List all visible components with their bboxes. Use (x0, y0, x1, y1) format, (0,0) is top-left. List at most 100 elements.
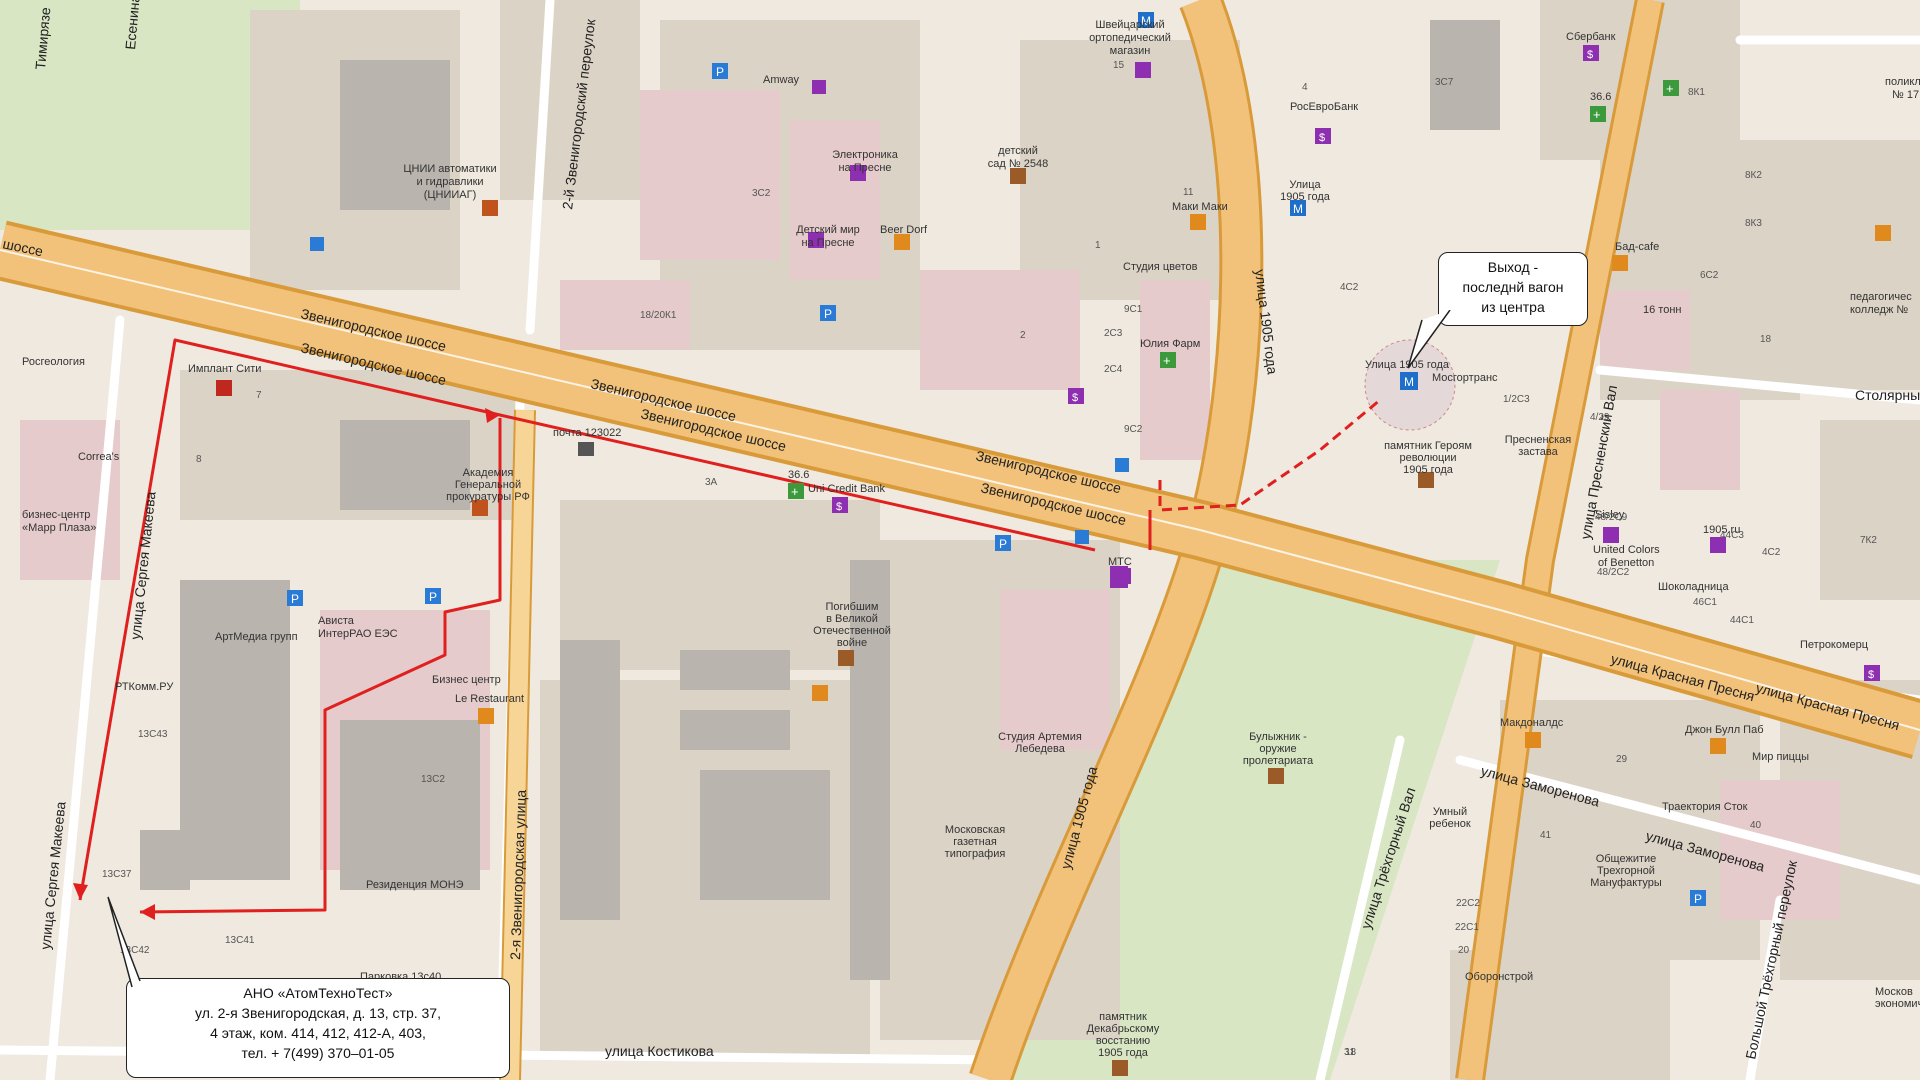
place-label: Оборонстрой (1465, 971, 1533, 983)
place-label: Мануфактуры (1590, 877, 1662, 889)
parking-icon: P (820, 305, 836, 321)
place-label: ИнтерРАО ЕЭС (318, 628, 398, 640)
phone-store-icon (1110, 566, 1128, 588)
place-label: 36.6 (788, 469, 809, 481)
food-icon (1710, 738, 1726, 754)
place-label: Бизнес центр (432, 674, 501, 686)
place-label: Бад-cafe (1615, 241, 1659, 253)
post-icon (578, 442, 594, 456)
house-number: 13С41 (225, 935, 255, 946)
house-number: 48/2С2 (1597, 567, 1630, 578)
house-number: 40 (1750, 820, 1762, 831)
place-label: в Великой (826, 613, 878, 625)
house-number: 48/2С9 (1595, 512, 1628, 523)
monument-icon (1010, 168, 1026, 184)
pharmacy-icon: + (1160, 352, 1176, 368)
shop-icon (1603, 527, 1619, 543)
place-label: памятник Героям (1384, 440, 1472, 452)
house-number: 3А (705, 477, 718, 488)
house-number: 41 (1540, 830, 1552, 841)
bus-stop-icon (310, 237, 324, 251)
svg-text:$: $ (1072, 392, 1078, 404)
food-icon (1875, 225, 1891, 241)
road-label: улица Костикова (605, 1043, 714, 1059)
place-label: (ЦНИИАГ) (424, 189, 477, 201)
svg-text:+: + (791, 484, 799, 499)
house-number: 3С7 (1435, 77, 1454, 88)
parking-icon: P (425, 588, 441, 604)
house-number: 11 (1183, 187, 1194, 198)
place-label: Умный (1433, 806, 1467, 818)
pharmacy-icon: + (1663, 80, 1679, 96)
place-label: Маки Маки (1172, 201, 1228, 213)
parking-icon: P (712, 63, 728, 79)
bus-stop-icon (1115, 458, 1129, 472)
place-label: 36.6 (1590, 91, 1611, 103)
place-label: Булыжник - (1249, 731, 1307, 743)
place-label: Мосгортранс (1432, 372, 1498, 384)
place-label: 1905 года (1280, 191, 1331, 203)
place-label: Юлия Фарм (1140, 338, 1200, 350)
callout-line: из центра (1481, 299, 1545, 315)
bank-icon: $ (832, 497, 848, 513)
place-label: «Марр Плаза» (22, 522, 96, 534)
house-number: 8К3 (1745, 218, 1762, 229)
place-label: 16 тонн (1643, 304, 1681, 316)
food-icon (1190, 214, 1206, 230)
house-number: 1/2С3 (1503, 394, 1530, 405)
place-label: детский (998, 145, 1038, 157)
place-label: РосЕвроБанк (1290, 101, 1358, 113)
svg-text:M: M (1404, 375, 1414, 389)
place-label: бизнес-центр (22, 509, 90, 521)
pharmacy-icon: + (1590, 106, 1606, 122)
house-number: 2 (1020, 330, 1026, 341)
map-canvas[interactable]: шоссе Звенигородское шоссе Звенигородско… (0, 0, 1920, 1080)
place-label: и гидравлики (416, 176, 483, 188)
metro-icon: M (1400, 372, 1418, 390)
bank-icon: $ (1315, 128, 1331, 144)
place-label: поликли (1885, 76, 1920, 88)
place-label: оружие (1259, 743, 1296, 755)
place-label: на Пресне (838, 162, 891, 174)
house-number: 29 (1616, 754, 1628, 765)
road-2-zvenigorodskaya (499, 409, 536, 1080)
svg-text:+: + (1593, 107, 1601, 122)
place-label: Московская (945, 824, 1005, 836)
svg-text:P: P (291, 592, 299, 606)
place-label: ЦНИИ автоматики (403, 163, 496, 175)
place-label: педагогичес (1850, 291, 1912, 303)
place-label: Uni Credit Bank (808, 483, 886, 495)
place-label: колледж № (1850, 304, 1908, 316)
place-label: восстанию (1096, 1035, 1150, 1047)
house-number: 3С2 (752, 188, 771, 199)
house-number: 22С1 (1455, 922, 1479, 933)
house-number: 2С4 (1104, 364, 1123, 375)
museum-icon (216, 380, 232, 396)
house-number: 20 (1458, 945, 1470, 956)
place-label: Джон Булл Паб (1685, 724, 1764, 736)
house-number: 7К2 (1860, 535, 1877, 546)
house-number: 18/20К1 (640, 310, 677, 321)
food-icon (478, 708, 494, 724)
place-label: РТКомм.РУ (115, 681, 174, 693)
place-label: Трехгорной (1597, 865, 1655, 877)
svg-text:$: $ (1868, 669, 1874, 681)
place-label: ортопедический (1089, 32, 1171, 44)
svg-text:P: P (999, 537, 1007, 551)
svg-text:+: + (1666, 81, 1674, 96)
place-label: Beer Dorf (880, 224, 928, 236)
place-label: Погибшим (825, 601, 878, 613)
food-icon (1612, 255, 1628, 271)
house-number: 44С1 (1730, 615, 1754, 626)
place-label: United Colors (1593, 544, 1660, 556)
food-icon (1525, 732, 1541, 748)
food-icon (894, 234, 910, 250)
food-icon (812, 685, 828, 701)
place-label: Correa's (78, 451, 120, 463)
parking-icon: P (287, 590, 303, 606)
place-label: Ависта (318, 615, 355, 627)
callout-office-pointer (107, 896, 141, 988)
office-rooms: 4 этаж, ком. 414, 412, 412-А, 403, (210, 1025, 426, 1041)
bank-icon: $ (1864, 665, 1880, 681)
museum-icon (482, 200, 498, 216)
